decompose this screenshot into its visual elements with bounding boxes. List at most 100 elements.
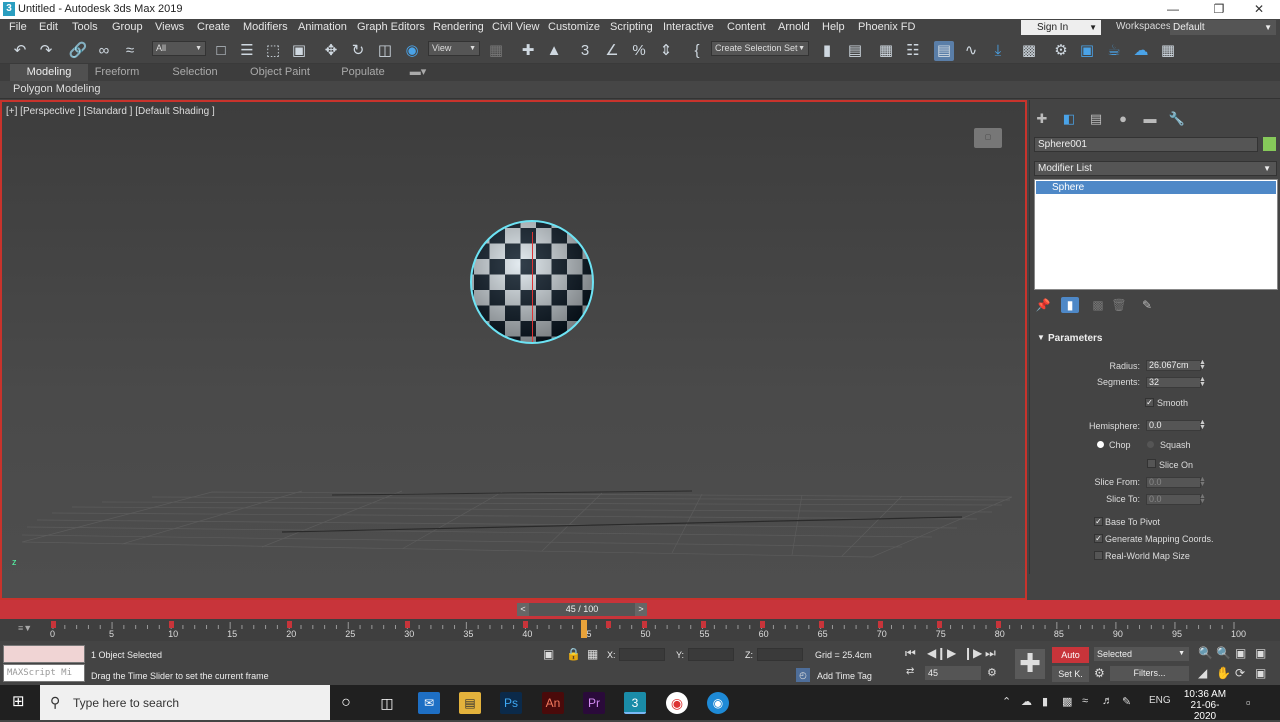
show-end-result-icon[interactable]: ▮ bbox=[1061, 297, 1079, 313]
tab-selection[interactable]: Selection bbox=[160, 64, 230, 81]
key-filters-icon[interactable]: ⚙ bbox=[1094, 666, 1105, 680]
render-setup-icon[interactable]: ⚙ bbox=[1051, 41, 1071, 61]
object-color-swatch[interactable] bbox=[1263, 137, 1276, 151]
tab-populate[interactable]: Populate bbox=[330, 64, 396, 81]
modify-panel-icon[interactable]: ◧ bbox=[1060, 111, 1078, 127]
remove-modifier-icon[interactable]: 🗑 bbox=[1110, 297, 1128, 313]
task-view-icon[interactable]: ◫ bbox=[376, 692, 398, 714]
window-crossing-icon[interactable]: ▣ bbox=[289, 41, 309, 61]
parameters-rollout-header[interactable]: ▼ Parameters bbox=[1034, 333, 1277, 347]
animation-key[interactable] bbox=[759, 621, 765, 628]
undo-icon[interactable]: ↶ bbox=[10, 41, 30, 61]
animation-key[interactable] bbox=[523, 621, 529, 628]
animation-key[interactable] bbox=[405, 621, 411, 628]
hierarchy-panel-icon[interactable]: ▤ bbox=[1087, 111, 1105, 127]
a360-gallery-icon[interactable]: ▦ bbox=[1158, 41, 1178, 61]
time-tag-icon[interactable]: ◴ bbox=[796, 668, 810, 682]
play-icon[interactable]: ▶ bbox=[947, 646, 956, 660]
onedrive-icon[interactable]: ☁ bbox=[1021, 695, 1032, 708]
y-coordinate-field[interactable] bbox=[688, 648, 734, 661]
menu-rendering[interactable]: Rendering bbox=[433, 21, 484, 33]
pan-view-icon[interactable]: ✋ bbox=[1216, 666, 1231, 680]
animate-icon[interactable]: An bbox=[542, 692, 564, 714]
smooth-checkbox[interactable]: ✓ bbox=[1145, 398, 1154, 407]
cortana-icon[interactable]: ○ bbox=[335, 692, 357, 714]
edit-named-selection-icon[interactable]: { bbox=[687, 41, 707, 61]
menu-help[interactable]: Help bbox=[822, 21, 845, 33]
ribbon-panel[interactable]: Polygon Modeling bbox=[0, 81, 1280, 99]
wifi-icon[interactable]: ≈ bbox=[1082, 695, 1088, 707]
chrome-icon[interactable]: ◉ bbox=[666, 692, 688, 714]
named-selection-dropdown[interactable]: Create Selection Set ▼ bbox=[711, 41, 809, 56]
animation-key[interactable] bbox=[641, 621, 647, 628]
pen-icon[interactable]: ✎ bbox=[1122, 695, 1131, 708]
time-slider[interactable]: < 45 / 100 > bbox=[517, 603, 647, 616]
language-indicator[interactable]: ENG bbox=[1149, 695, 1171, 706]
pivot-center-icon[interactable]: ▦ bbox=[486, 41, 506, 61]
notifications-icon[interactable]: ▫ bbox=[1246, 695, 1251, 710]
radius-spinner-icon[interactable]: ▲ ▼ bbox=[1199, 359, 1206, 371]
maximize-viewport-icon[interactable]: ▣ bbox=[1255, 666, 1266, 680]
slice-to-field[interactable]: 0.0 bbox=[1146, 494, 1201, 505]
material-editor-icon[interactable]: ▩ bbox=[1019, 41, 1039, 61]
taskbar-search[interactable]: ⚲ Type here to search bbox=[40, 685, 330, 720]
redo-icon[interactable]: ↷ bbox=[36, 41, 56, 61]
keyboard-shortcut-icon[interactable]: ▲ bbox=[544, 41, 564, 61]
current-frame-field[interactable]: 45 bbox=[925, 666, 981, 680]
orbit-icon[interactable]: ⟳ bbox=[1235, 666, 1245, 680]
menu-customize[interactable]: Customize bbox=[548, 21, 600, 33]
menu-views[interactable]: Views bbox=[155, 21, 184, 33]
scale-icon[interactable]: ◫ bbox=[375, 41, 395, 61]
chop-radio[interactable] bbox=[1097, 441, 1104, 448]
configure-modifier-sets-icon[interactable]: ✎ bbox=[1138, 297, 1156, 313]
percent-snap-icon[interactable]: % bbox=[629, 41, 649, 61]
radius-field[interactable]: 26.067cm bbox=[1146, 360, 1201, 371]
rendered-frame-window-icon[interactable]: ▣ bbox=[1077, 41, 1097, 61]
menu-graph-editors[interactable]: Graph Editors bbox=[357, 21, 425, 33]
menu-create[interactable]: Create bbox=[197, 21, 230, 33]
go-to-start-icon[interactable]: ⏮ bbox=[905, 646, 916, 661]
go-to-end-icon[interactable]: ⏭ bbox=[985, 646, 996, 661]
time-slider-prev[interactable]: < bbox=[517, 603, 529, 616]
segments-spinner-icon[interactable]: ▲ ▼ bbox=[1199, 376, 1206, 388]
select-object-icon[interactable]: □ bbox=[211, 41, 231, 61]
align-icon[interactable]: ▤ bbox=[845, 41, 865, 61]
rectangular-selection-icon[interactable]: ⬚ bbox=[263, 41, 283, 61]
tray-expand-icon[interactable]: ⌃ bbox=[1002, 695, 1011, 708]
menu-edit[interactable]: Edit bbox=[39, 21, 58, 33]
3dsmax-taskbar-icon[interactable]: 3 bbox=[624, 692, 646, 714]
hemisphere-field[interactable]: 0.0 bbox=[1146, 420, 1201, 431]
x-coordinate-field[interactable] bbox=[619, 648, 665, 661]
set-key-button[interactable]: Set K. bbox=[1052, 666, 1089, 682]
hemisphere-spinner-icon[interactable]: ▲ ▼ bbox=[1199, 419, 1206, 431]
animation-key[interactable] bbox=[51, 621, 56, 628]
z-coordinate-field[interactable] bbox=[757, 648, 803, 661]
filters-button[interactable]: Filters... bbox=[1110, 666, 1189, 681]
add-time-tag[interactable]: Add Time Tag bbox=[817, 671, 872, 681]
maxscript-listener-pink[interactable] bbox=[3, 645, 85, 663]
modifier-list-dropdown[interactable]: Modifier List ▼ bbox=[1034, 161, 1277, 176]
current-frame-marker[interactable] bbox=[581, 620, 588, 638]
curve-editor-icon[interactable]: ∿ bbox=[961, 41, 981, 61]
animation-key[interactable] bbox=[936, 621, 942, 628]
zoom-all-icon[interactable]: 🔍 bbox=[1216, 646, 1231, 660]
select-manipulate-icon[interactable]: ✚ bbox=[518, 41, 538, 61]
mail-icon[interactable]: ✉ bbox=[418, 692, 440, 714]
animation-key[interactable] bbox=[700, 621, 706, 628]
animation-key[interactable] bbox=[818, 621, 824, 628]
viewcube[interactable]: ▢ bbox=[974, 128, 1002, 148]
zoom-icon[interactable]: 🔍 bbox=[1198, 646, 1213, 660]
clock[interactable]: 10:36 AM 21-06-2020 bbox=[1180, 689, 1230, 722]
minimize-icon[interactable]: — bbox=[1158, 1, 1188, 18]
key-mode-toggle-icon[interactable]: ⇄ bbox=[906, 666, 914, 677]
menu-group[interactable]: Group bbox=[112, 21, 143, 33]
slice-from-field[interactable]: 0.0 bbox=[1146, 477, 1201, 488]
move-icon[interactable]: ✥ bbox=[321, 41, 341, 61]
isolate-selection-icon[interactable]: ▣ bbox=[543, 647, 554, 661]
render-in-cloud-icon[interactable]: ☁ bbox=[1131, 41, 1151, 61]
generate-mapping-checkbox[interactable]: ✓ bbox=[1094, 534, 1103, 543]
snaps-toggle-icon[interactable]: 3 bbox=[575, 41, 595, 61]
perspective-viewport[interactable]: [+] [Perspective ] [Standard ] [Default … bbox=[0, 100, 1027, 600]
render-production-icon[interactable]: ☕ bbox=[1104, 41, 1124, 61]
close-icon[interactable]: ✕ bbox=[1244, 1, 1274, 18]
